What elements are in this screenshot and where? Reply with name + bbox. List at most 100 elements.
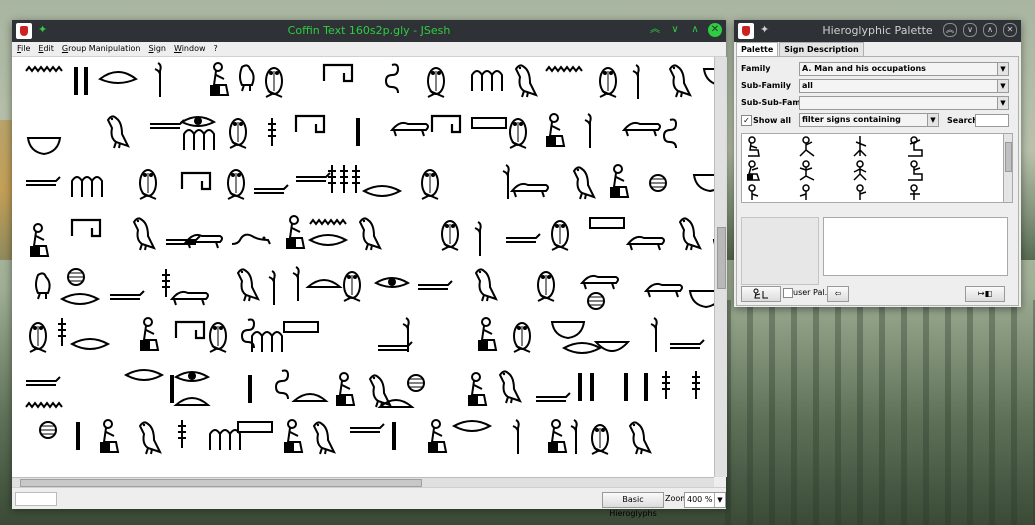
sign-grid-scroll-thumb[interactable] <box>1005 142 1012 172</box>
chevron-down-icon[interactable]: ▼ <box>997 80 1008 92</box>
canvas-vertical-scrollbar[interactable] <box>714 57 727 477</box>
menu-sign[interactable]: Sign <box>149 42 166 56</box>
canvas-horizontal-scrollbar[interactable] <box>12 477 714 487</box>
hieroglyph-mouth[interactable] <box>309 234 347 246</box>
hieroglyph-lion[interactable] <box>185 233 223 249</box>
hieroglyph-bird[interactable] <box>515 64 537 98</box>
hieroglyph-man[interactable] <box>209 62 229 96</box>
chevron-down-icon[interactable]: ▼ <box>997 63 1008 75</box>
menu-help[interactable]: ? <box>214 42 218 56</box>
hieroglyph-bird[interactable] <box>313 421 335 455</box>
chevron-down-icon[interactable]: ▼ <box>927 114 938 126</box>
hieroglyph-arm[interactable] <box>295 172 331 182</box>
hieroglyph-man[interactable] <box>547 419 567 453</box>
zoom-select[interactable]: 400 % ▼ <box>684 492 726 508</box>
hieroglyph-mouth[interactable] <box>363 185 401 197</box>
hieroglyph-column[interactable] <box>161 268 171 298</box>
hieroglyph-man[interactable] <box>545 113 565 147</box>
hieroglyph-bird[interactable] <box>133 217 155 251</box>
hieroglyph-mouth[interactable] <box>61 293 99 305</box>
hieroglyph-pool[interactable] <box>471 117 507 129</box>
hieroglyph-chick[interactable] <box>35 272 51 300</box>
hieroglyph-house[interactable] <box>322 63 354 83</box>
hieroglyph-column[interactable] <box>691 370 701 400</box>
hieroglyph-editor-canvas[interactable] <box>12 57 714 477</box>
hieroglyph-coil[interactable] <box>663 118 677 149</box>
hieroglyph-arm[interactable] <box>109 290 145 300</box>
hieroglyph-basket[interactable] <box>703 68 714 86</box>
hieroglyph-eye[interactable] <box>181 116 215 127</box>
hieroglyph-house[interactable] <box>294 114 326 134</box>
chevron-down-icon[interactable]: ∨ <box>668 23 682 37</box>
hieroglyph-reed[interactable] <box>268 270 276 306</box>
hieroglyph-tbread[interactable] <box>307 279 341 288</box>
hieroglyph-bird[interactable] <box>499 370 521 404</box>
insert-sign-button[interactable]: ↦◧ <box>965 286 1005 302</box>
sign-description-area[interactable] <box>823 217 1008 276</box>
hieroglyph-owl[interactable] <box>513 322 531 353</box>
hieroglyph-man[interactable] <box>609 164 629 198</box>
hieroglyph-column[interactable] <box>177 419 187 449</box>
hieroglyph-column[interactable] <box>267 117 277 147</box>
hieroglyph-sun[interactable] <box>587 292 605 310</box>
hieroglyph-basket[interactable] <box>693 174 714 192</box>
hieroglyph-arm[interactable] <box>25 376 61 386</box>
hieroglyph-sun[interactable] <box>39 421 57 439</box>
hieroglyph-man[interactable] <box>139 317 159 351</box>
hieroglyph-man[interactable] <box>283 419 303 453</box>
hieroglyph-reed[interactable] <box>584 113 592 149</box>
hieroglyph-owl[interactable] <box>599 67 617 98</box>
hieroglyph-house[interactable] <box>174 320 206 340</box>
hieroglyph-stroke[interactable] <box>248 375 252 403</box>
chevron-down-icon[interactable]: ▼ <box>997 97 1008 109</box>
palette-man-button[interactable] <box>741 286 781 302</box>
hieroglyph-owl[interactable] <box>343 271 361 302</box>
hieroglyph-column[interactable] <box>351 164 361 194</box>
close-icon[interactable]: ✕ <box>1003 23 1017 37</box>
hieroglyph-sun[interactable] <box>649 174 667 192</box>
hieroglyph-water[interactable] <box>25 402 63 408</box>
hieroglyph-owl[interactable] <box>509 118 527 149</box>
hieroglyph-stroke[interactable] <box>76 422 80 450</box>
hieroglyph-loaf[interactable] <box>99 71 137 84</box>
hieroglyph-pool[interactable] <box>283 321 319 333</box>
hieroglyph-arm[interactable] <box>417 280 453 290</box>
hieroglyph-lion[interactable] <box>627 235 665 251</box>
hieroglyph-bird[interactable] <box>629 421 651 455</box>
user-pal-checkbox[interactable] <box>783 288 793 298</box>
hieroglyph-owl[interactable] <box>227 169 245 200</box>
hieroglyph-lion[interactable] <box>623 121 661 137</box>
hieroglyph-owl[interactable] <box>591 424 609 455</box>
hieroglyph-lion[interactable] <box>391 121 429 137</box>
hieroglyph-tbread[interactable] <box>293 393 327 402</box>
hieroglyph-owl[interactable] <box>537 271 555 302</box>
hieroglyph-mouth[interactable] <box>71 338 109 350</box>
tab-sign-description[interactable]: Sign Description <box>779 42 864 56</box>
hieroglyph-bird[interactable] <box>107 115 129 149</box>
hieroglyph-house[interactable] <box>180 171 212 191</box>
hieroglyph-mouth[interactable] <box>563 342 601 354</box>
hieroglyph-lion[interactable] <box>171 290 209 306</box>
chevron-down-icon[interactable]: ∨ <box>963 23 977 37</box>
hieroglyph-column[interactable] <box>327 164 337 194</box>
hieroglyph-pool[interactable] <box>237 421 273 433</box>
hieroglyph-man[interactable] <box>427 419 447 453</box>
hieroglyph-stroke[interactable] <box>624 373 628 401</box>
hieroglyph-snake[interactable] <box>231 233 271 245</box>
hieroglyph-arches[interactable] <box>209 429 241 451</box>
hieroglyph-bird[interactable] <box>359 217 381 251</box>
hieroglyph-man[interactable] <box>29 223 49 257</box>
hieroglyph-mouth[interactable] <box>453 420 491 432</box>
hieroglyph-owl[interactable] <box>265 67 283 98</box>
hieroglyph-bird[interactable] <box>139 421 161 455</box>
hieroglyph-owl[interactable] <box>229 118 247 149</box>
hieroglyph-owl[interactable] <box>427 67 445 98</box>
hieroglyph-owl[interactable] <box>441 220 459 251</box>
hieroglyph-water[interactable] <box>25 66 63 72</box>
menu-window[interactable]: Window <box>174 42 206 56</box>
hieroglyph-bird[interactable] <box>679 217 701 251</box>
hieroglyph-coil[interactable] <box>385 63 399 94</box>
hieroglyph-bird[interactable] <box>573 166 595 200</box>
hieroglyph-pool[interactable] <box>589 217 625 229</box>
hieroglyph-arm[interactable] <box>25 176 61 186</box>
